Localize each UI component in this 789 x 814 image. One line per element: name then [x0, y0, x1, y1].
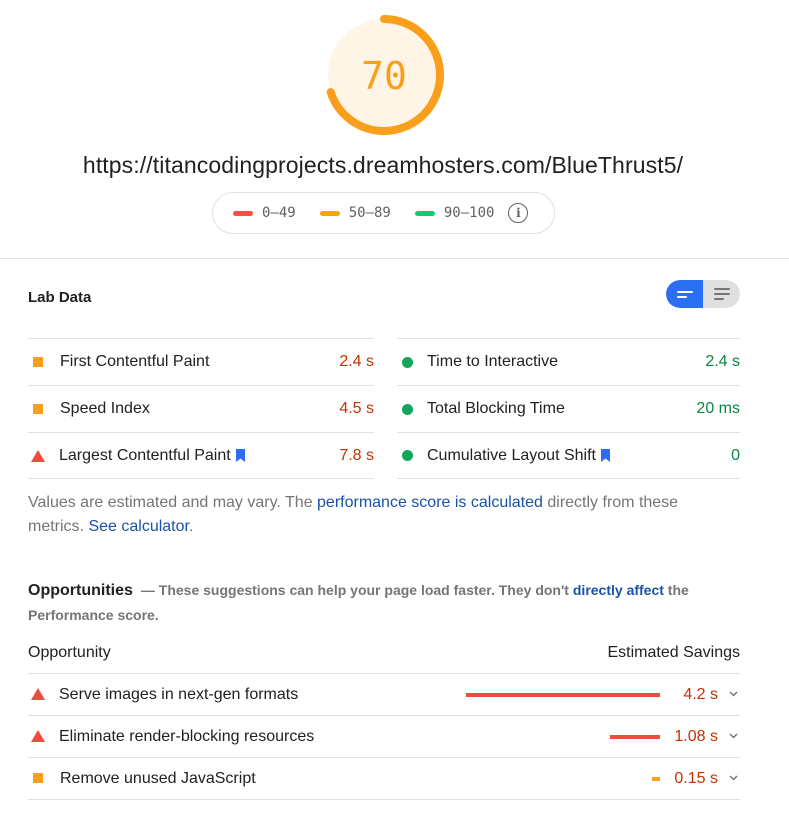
pass-circle-icon: [402, 356, 413, 368]
metric-value: 0: [731, 446, 740, 464]
performance-score-link[interactable]: performance score is calculated: [317, 494, 543, 511]
average-square-icon: [33, 772, 43, 783]
pass-circle-icon: [402, 450, 413, 461]
metrics-left-column: First Contentful Paint 2.4 s Speed Index…: [28, 338, 374, 479]
bookmark-icon[interactable]: [600, 449, 610, 462]
legend-item-fail: 0–49: [233, 205, 296, 221]
summary-line-2: [676, 295, 687, 298]
opportunities-title: Opportunities: [28, 582, 133, 599]
opportunity-label: Serve images in next-gen formats: [59, 685, 299, 703]
view-toggle[interactable]: [666, 280, 740, 308]
metric-value: 7.8 s: [339, 446, 374, 464]
fail-triangle-icon: [31, 687, 45, 700]
opportunities-header: Opportunities — These suggestions can hel…: [28, 578, 728, 628]
legend-item-average: 50–89: [319, 205, 391, 221]
metric-first-contentful-paint: First Contentful Paint 2.4 s: [28, 338, 374, 385]
savings-bar: [466, 693, 660, 697]
metric-name: Speed Index: [60, 400, 150, 417]
metric-cumulative-layout-shift: Cumulative Layout Shift 0: [397, 432, 740, 479]
metric-value: 4.5 s: [339, 400, 374, 417]
chevron-down-icon[interactable]: [729, 773, 738, 782]
legend-bar-average: [319, 210, 340, 216]
summary-view-icon[interactable]: [666, 280, 703, 308]
opportunity-label: Remove unused JavaScript: [60, 769, 256, 787]
chevron-down-icon[interactable]: [729, 689, 738, 698]
fail-triangle-icon: [31, 729, 45, 742]
legend-item-pass: 90–100: [414, 205, 495, 221]
bookmark-icon[interactable]: [235, 449, 245, 462]
metric-name: Cumulative Layout Shift: [427, 446, 596, 464]
savings-bar: [652, 777, 660, 781]
list-line-2: [713, 293, 730, 295]
opportunities-list: Serve images in next-gen formats 4.2 s E…: [28, 674, 740, 800]
savings-value: 0.15 s: [674, 769, 718, 787]
score-legend: 0–49 50–89 90–100 i: [212, 192, 555, 234]
opportunity-unused-javascript[interactable]: Remove unused JavaScript 0.15 s: [28, 758, 740, 800]
fail-triangle-icon: [31, 449, 45, 462]
metric-time-to-interactive: Time to Interactive 2.4 s: [397, 338, 740, 385]
chevron-down-icon[interactable]: [729, 731, 738, 740]
legend-label-pass: 90–100: [443, 205, 495, 221]
opportunity-next-gen-images[interactable]: Serve images in next-gen formats 4.2 s: [28, 674, 740, 716]
page-url: https://titancodingprojects.dreamhosters…: [82, 152, 684, 178]
metric-speed-index: Speed Index 4.5 s: [28, 385, 374, 432]
info-icon[interactable]: i: [508, 203, 529, 223]
score-value: 70: [361, 54, 407, 98]
metric-value: 2.4 s: [339, 353, 374, 370]
col-opportunity: Opportunity: [28, 644, 111, 661]
average-square-icon: [33, 404, 43, 414]
metric-name: Largest Contentful Paint: [59, 446, 231, 464]
metric-value: 2.4 s: [705, 353, 740, 370]
savings-value: 4.2 s: [683, 685, 718, 703]
metric-value: 20 ms: [696, 400, 740, 417]
legend-bar-fail: [233, 210, 253, 216]
col-estimated-savings: Estimated Savings: [607, 644, 740, 661]
opp-desc-prefix: — These suggestions can help your page l…: [140, 582, 573, 598]
metric-largest-contentful-paint: Largest Contentful Paint 7.8 s: [28, 432, 374, 479]
average-square-icon: [33, 357, 43, 367]
note-prefix: Values are estimated and may vary. The: [28, 494, 318, 511]
metric-total-blocking-time: Total Blocking Time 20 ms: [397, 385, 740, 432]
savings-value: 1.08 s: [674, 727, 718, 745]
legend-label-fail: 0–49: [262, 205, 296, 221]
legend-label-average: 50–89: [348, 205, 391, 221]
opportunity-label: Eliminate render-blocking resources: [59, 727, 315, 745]
list-line-1: [713, 288, 730, 290]
savings-bar: [610, 735, 660, 739]
metric-name: Time to Interactive: [427, 353, 559, 370]
opportunity-render-blocking[interactable]: Eliminate render-blocking resources 1.08…: [28, 716, 740, 758]
legend-bar-pass: [414, 210, 435, 216]
lab-data-title: Lab Data: [28, 289, 92, 306]
metric-name: Total Blocking Time: [427, 400, 565, 417]
directly-affect-link[interactable]: directly affect: [573, 582, 664, 598]
metric-name: First Contentful Paint: [60, 353, 210, 370]
summary-line-1: [676, 290, 693, 293]
pass-circle-icon: [402, 403, 413, 415]
note-suffix: .: [188, 518, 194, 535]
see-calculator-link[interactable]: See calculator: [88, 518, 189, 535]
metrics-right-column: Time to Interactive 2.4 s Total Blocking…: [397, 338, 740, 479]
performance-score-gauge: 70: [324, 15, 444, 135]
header-divider: [0, 258, 789, 259]
opportunities-column-headers: Opportunity Estimated Savings: [28, 644, 740, 674]
metric-name-wrap: Largest Contentful Paint: [59, 447, 245, 465]
lab-data-note: Values are estimated and may vary. The p…: [28, 491, 728, 539]
list-view-icon[interactable]: [703, 280, 740, 308]
metric-name-wrap: Cumulative Layout Shift: [427, 447, 610, 465]
list-line-3: [713, 298, 724, 300]
